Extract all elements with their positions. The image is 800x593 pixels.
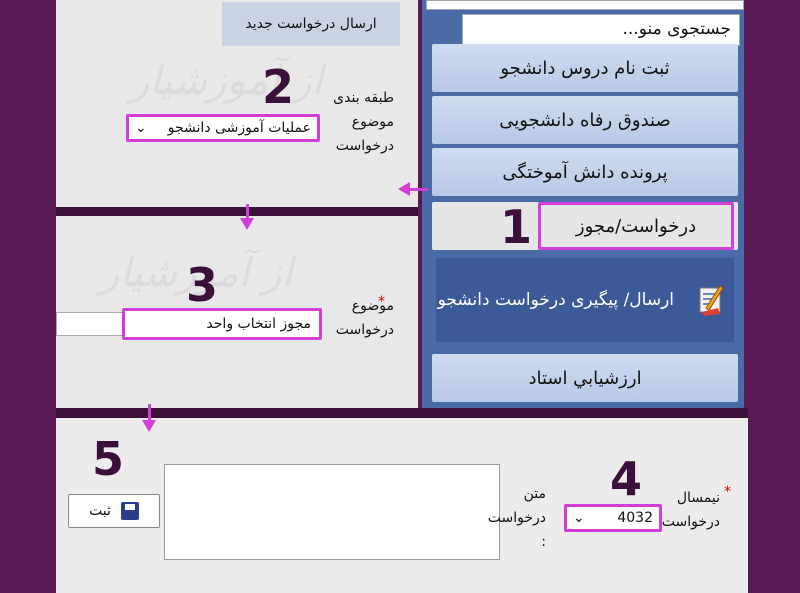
panel-divider: [56, 207, 418, 216]
required-mark-2: *: [724, 484, 731, 500]
floppy-disk-icon: [120, 502, 139, 520]
arrow-head-down-icon: [240, 218, 254, 230]
category-select[interactable]: عملیات آموزشی دانشجو ⌄: [126, 114, 320, 142]
request-text-area[interactable]: [164, 464, 500, 560]
submenu-send-track-request[interactable]: ارسال/ پیگیری درخواست دانشجو: [436, 258, 734, 342]
step-4-marker: 4: [610, 452, 643, 506]
semester-select[interactable]: ⌄ 4032: [564, 504, 662, 532]
step-1-marker: 1: [500, 200, 533, 254]
new-request-button[interactable]: ارسال درخواست جدید: [222, 2, 400, 46]
semester-label: نیمسال درخواست: [661, 490, 720, 530]
menu-item-graduation-file[interactable]: پرونده دانش آموختگی: [432, 148, 738, 196]
edit-document-icon: [699, 285, 724, 316]
category-label: طبقه بندی موضوع درخواست: [333, 90, 394, 154]
arrow-head-down-icon-2: [142, 420, 156, 432]
category-select-value: عملیات آموزشی دانشجو: [167, 120, 311, 136]
request-text-label: متن درخواست :: [487, 486, 546, 550]
menu-item-course-registration[interactable]: ثبت نام دروس دانشجو: [432, 44, 738, 92]
semester-select-value: 4032: [617, 510, 653, 526]
step-5-marker: 5: [92, 432, 125, 486]
arrow-head-left-icon: [398, 182, 410, 196]
step-2-marker: 2: [262, 60, 295, 114]
subject-select[interactable]: مجوز انتخاب واحد: [122, 308, 322, 340]
subject-select-value: مجوز انتخاب واحد: [206, 316, 311, 332]
chevron-down-icon: ⌄: [573, 510, 585, 526]
menu-top-bar: [426, 0, 744, 10]
panel-divider-2: [56, 408, 748, 418]
save-button[interactable]: ثبت: [68, 494, 160, 528]
menu-item-request-permit-label: درخواست/مجوز: [538, 202, 734, 250]
subject-input-edge: [56, 312, 126, 336]
save-button-label: ثبت: [89, 503, 111, 519]
menu-search-input[interactable]: جستجوی منو...: [462, 14, 740, 46]
menu-item-welfare-fund[interactable]: صندوق رفاه دانشجویی: [432, 96, 738, 144]
menu-item-teacher-evaluation[interactable]: ارزشيابي استاد: [432, 354, 738, 402]
subject-label: موضوع درخواست: [335, 298, 394, 338]
chevron-down-icon: ⌄: [135, 120, 147, 136]
step-3-marker: 3: [186, 258, 219, 312]
